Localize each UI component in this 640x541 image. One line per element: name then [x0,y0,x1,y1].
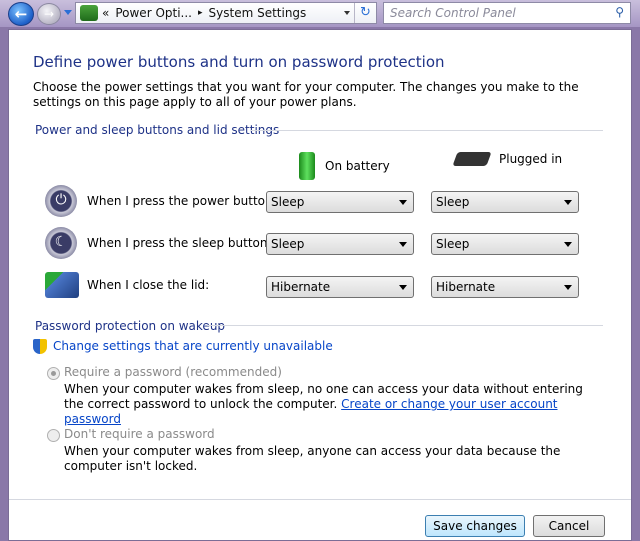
sleep-button-row: ☾ When I press the sleep button: [45,227,272,259]
battery-icon [299,152,315,180]
no-password-radio[interactable] [47,429,60,442]
column-on-battery: On battery [299,152,390,180]
divider [207,325,603,326]
power-button-row: ⏻ When I press the power button: [45,185,277,217]
search-placeholder: Search Control Panel [390,6,516,20]
breadcrumb-overflow[interactable]: « [102,6,109,20]
section-heading-password: Password protection on wakeup [35,319,226,333]
sleep-button-battery-select[interactable]: Sleep [266,233,414,255]
recent-pages-dropdown-icon[interactable] [64,10,72,15]
main-content: Define power buttons and turn on passwor… [8,29,632,541]
footer-divider [9,499,631,500]
sleep-button-label: When I press the sleep button: [87,236,272,250]
change-settings-link-row: Change settings that are currently unava… [33,339,333,354]
forward-button[interactable]: → [37,3,61,25]
power-button-battery-select[interactable]: Sleep [266,191,414,213]
require-password-radio[interactable] [47,367,60,380]
divider [251,130,603,131]
no-password-label: Don't require a password [64,427,215,441]
save-changes-button[interactable]: Save changes [425,515,525,537]
sleep-button-plugged-select[interactable]: Sleep [431,233,579,255]
power-plug-icon [452,152,492,166]
breadcrumb-separator-icon[interactable]: ▸ [198,8,203,18]
search-input[interactable]: Search Control Panel ⚲ [383,2,631,24]
lid-row: When I close the lid: [45,272,209,298]
cancel-button[interactable]: Cancel [533,515,605,537]
page-description: Choose the power settings that you want … [33,80,579,109]
breadcrumb-power-options[interactable]: Power Opti... [115,6,192,20]
power-button-plugged-select[interactable]: Sleep [431,191,579,213]
section-heading-buttons: Power and sleep buttons and lid settings [35,123,280,137]
lid-battery-select[interactable]: Hibernate [266,276,414,298]
uac-shield-icon [33,339,47,354]
lid-label: When I close the lid: [87,278,210,292]
require-password-description: When your computer wakes from sleep, no … [64,382,594,427]
sleep-button-icon: ☾ [45,227,77,259]
no-password-description: When your computer wakes from sleep, any… [64,444,561,473]
laptop-lid-icon [45,272,79,298]
power-button-icon: ⏻ [45,185,77,217]
control-panel-icon [80,5,98,21]
on-battery-label: On battery [325,159,390,173]
page-title: Define power buttons and turn on passwor… [33,53,445,71]
change-settings-link[interactable]: Change settings that are currently unava… [53,339,333,353]
power-button-label: When I press the power button: [87,194,277,208]
plugged-in-label: Plugged in [499,152,563,166]
back-button[interactable]: ← [8,2,34,26]
breadcrumb-system-settings[interactable]: System Settings [209,6,307,20]
lid-plugged-select[interactable]: Hibernate [431,276,579,298]
address-bar[interactable]: « Power Opti... ▸ System Settings ↻ [75,2,377,24]
address-dropdown-icon[interactable] [344,11,350,15]
require-password-label: Require a password (recommended) [64,365,282,379]
navigation-bar: ← → « Power Opti... ▸ System Settings ↻ … [0,0,640,27]
search-icon[interactable]: ⚲ [615,5,624,19]
column-plugged-in: Plugged in [452,152,563,166]
refresh-icon[interactable]: ↻ [354,3,376,23]
